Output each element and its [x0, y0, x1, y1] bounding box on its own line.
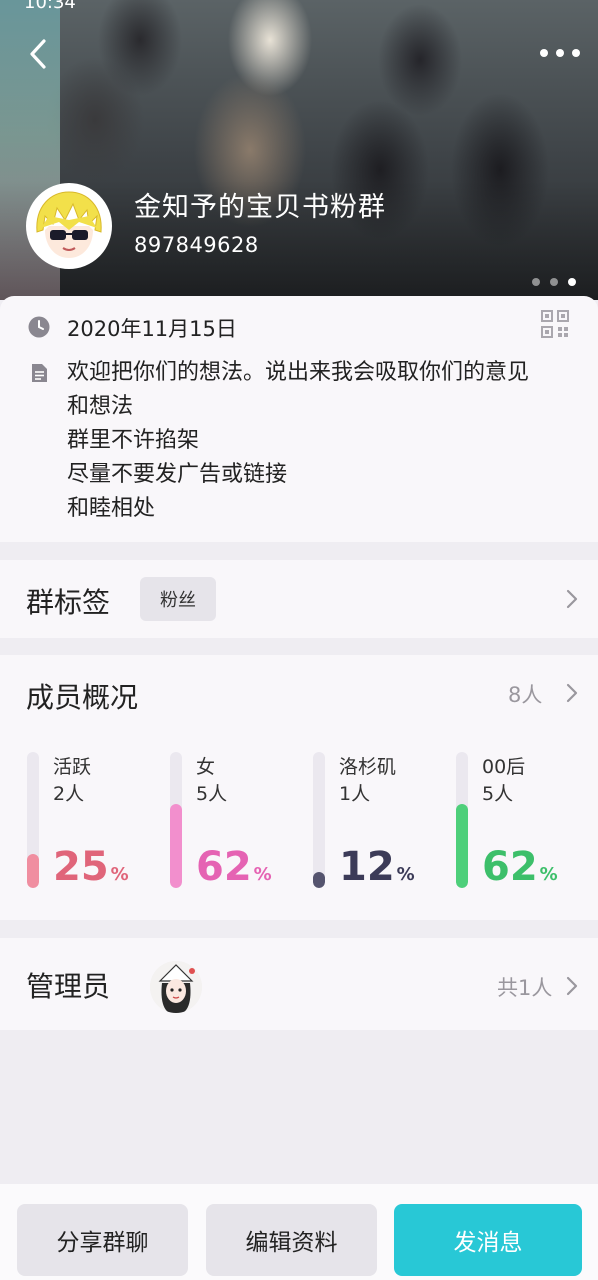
stat-label: 活跃	[53, 756, 92, 778]
stat-label: 洛杉矶	[339, 756, 397, 778]
description-line: 欢迎把你们的想法。说出来我会吸取你们的意见	[67, 360, 530, 385]
admin-title: 管理员	[26, 970, 111, 1003]
description-line: 群里不许掐架	[67, 428, 200, 453]
send-message-button[interactable]: 发消息	[394, 1204, 582, 1276]
stat-count: 5人	[196, 783, 228, 805]
qr-code-icon	[541, 310, 569, 338]
stat-fill	[456, 804, 468, 888]
edit-profile-button[interactable]: 编辑资料	[206, 1204, 377, 1276]
tag-chip: 粉丝	[140, 577, 216, 621]
stat-age-group: 00后 5人 62%	[456, 752, 586, 892]
stat-label: 女	[196, 756, 216, 778]
stat-fill	[170, 804, 182, 888]
tags-title: 群标签	[26, 586, 111, 619]
stat-count: 2人	[53, 783, 85, 805]
members-title: 成员概况	[26, 681, 139, 714]
more-dot-icon	[556, 49, 564, 57]
description-line: 和睦相处	[67, 496, 156, 521]
status-time: 10:34	[24, 0, 76, 13]
stat-fill	[27, 854, 39, 888]
stat-track	[313, 752, 325, 888]
stat-count: 1人	[339, 783, 371, 805]
group-avatar[interactable]	[26, 183, 112, 269]
created-date: 2020年11月15日	[67, 317, 237, 341]
stat-percent-unit: %	[539, 864, 558, 885]
stat-track	[170, 752, 182, 888]
stat-percent-unit: %	[253, 864, 272, 885]
more-options-button[interactable]	[540, 38, 580, 68]
stat-percent-value: 62	[482, 844, 538, 890]
stat-percent-value: 12	[339, 844, 395, 890]
carousel-dot	[550, 278, 558, 286]
admin-avatar[interactable]	[150, 961, 202, 1013]
chevron-left-icon	[30, 39, 46, 69]
back-button[interactable]	[22, 36, 58, 72]
description-line: 尽量不要发广告或链接	[67, 462, 288, 487]
more-dot-icon	[572, 49, 580, 57]
share-group-button[interactable]: 分享群聊	[17, 1204, 188, 1276]
stat-percent: 62%	[196, 844, 272, 890]
stat-percent-unit: %	[110, 864, 129, 885]
cartoon-avatar-icon	[29, 186, 109, 266]
members-count-link[interactable]: 8人	[508, 679, 542, 709]
stat-track	[27, 752, 39, 888]
more-dot-icon	[540, 49, 548, 57]
stat-active: 活跃 2人 25%	[27, 752, 157, 892]
chevron-right-icon	[566, 589, 578, 609]
admin-count: 共1人	[497, 976, 553, 1000]
stat-percent: 62%	[482, 844, 558, 890]
carousel-dot	[532, 278, 540, 286]
stat-label: 00后	[482, 756, 526, 778]
clock-icon	[28, 316, 50, 338]
group-id: 897849628	[134, 233, 259, 257]
chevron-right-icon	[566, 976, 578, 996]
stat-female: 女 5人 62%	[170, 752, 300, 892]
group-description: 欢迎把你们的想法。说出来我会吸取你们的意见 和想法 群里不许掐架 尽量不要发广告…	[67, 356, 577, 526]
description-line: 和想法	[67, 394, 134, 419]
stat-fill	[313, 872, 325, 888]
document-icon	[32, 364, 47, 382]
stat-percent-value: 62	[196, 844, 252, 890]
stat-location: 洛杉矶 1人 12%	[313, 752, 443, 892]
stat-percent-unit: %	[396, 864, 415, 885]
carousel-indicator	[532, 278, 576, 286]
admin-avatar-image	[150, 961, 202, 1013]
stat-count: 5人	[482, 783, 514, 805]
group-name: 金知予的宝贝书粉群	[134, 192, 386, 223]
stat-percent: 25%	[53, 844, 129, 890]
stat-percent-value: 25	[53, 844, 109, 890]
chevron-right-icon	[566, 683, 578, 703]
stat-track	[456, 752, 468, 888]
stat-percent: 12%	[339, 844, 415, 890]
carousel-dot-active	[568, 278, 576, 286]
qr-code-button[interactable]	[541, 310, 569, 338]
